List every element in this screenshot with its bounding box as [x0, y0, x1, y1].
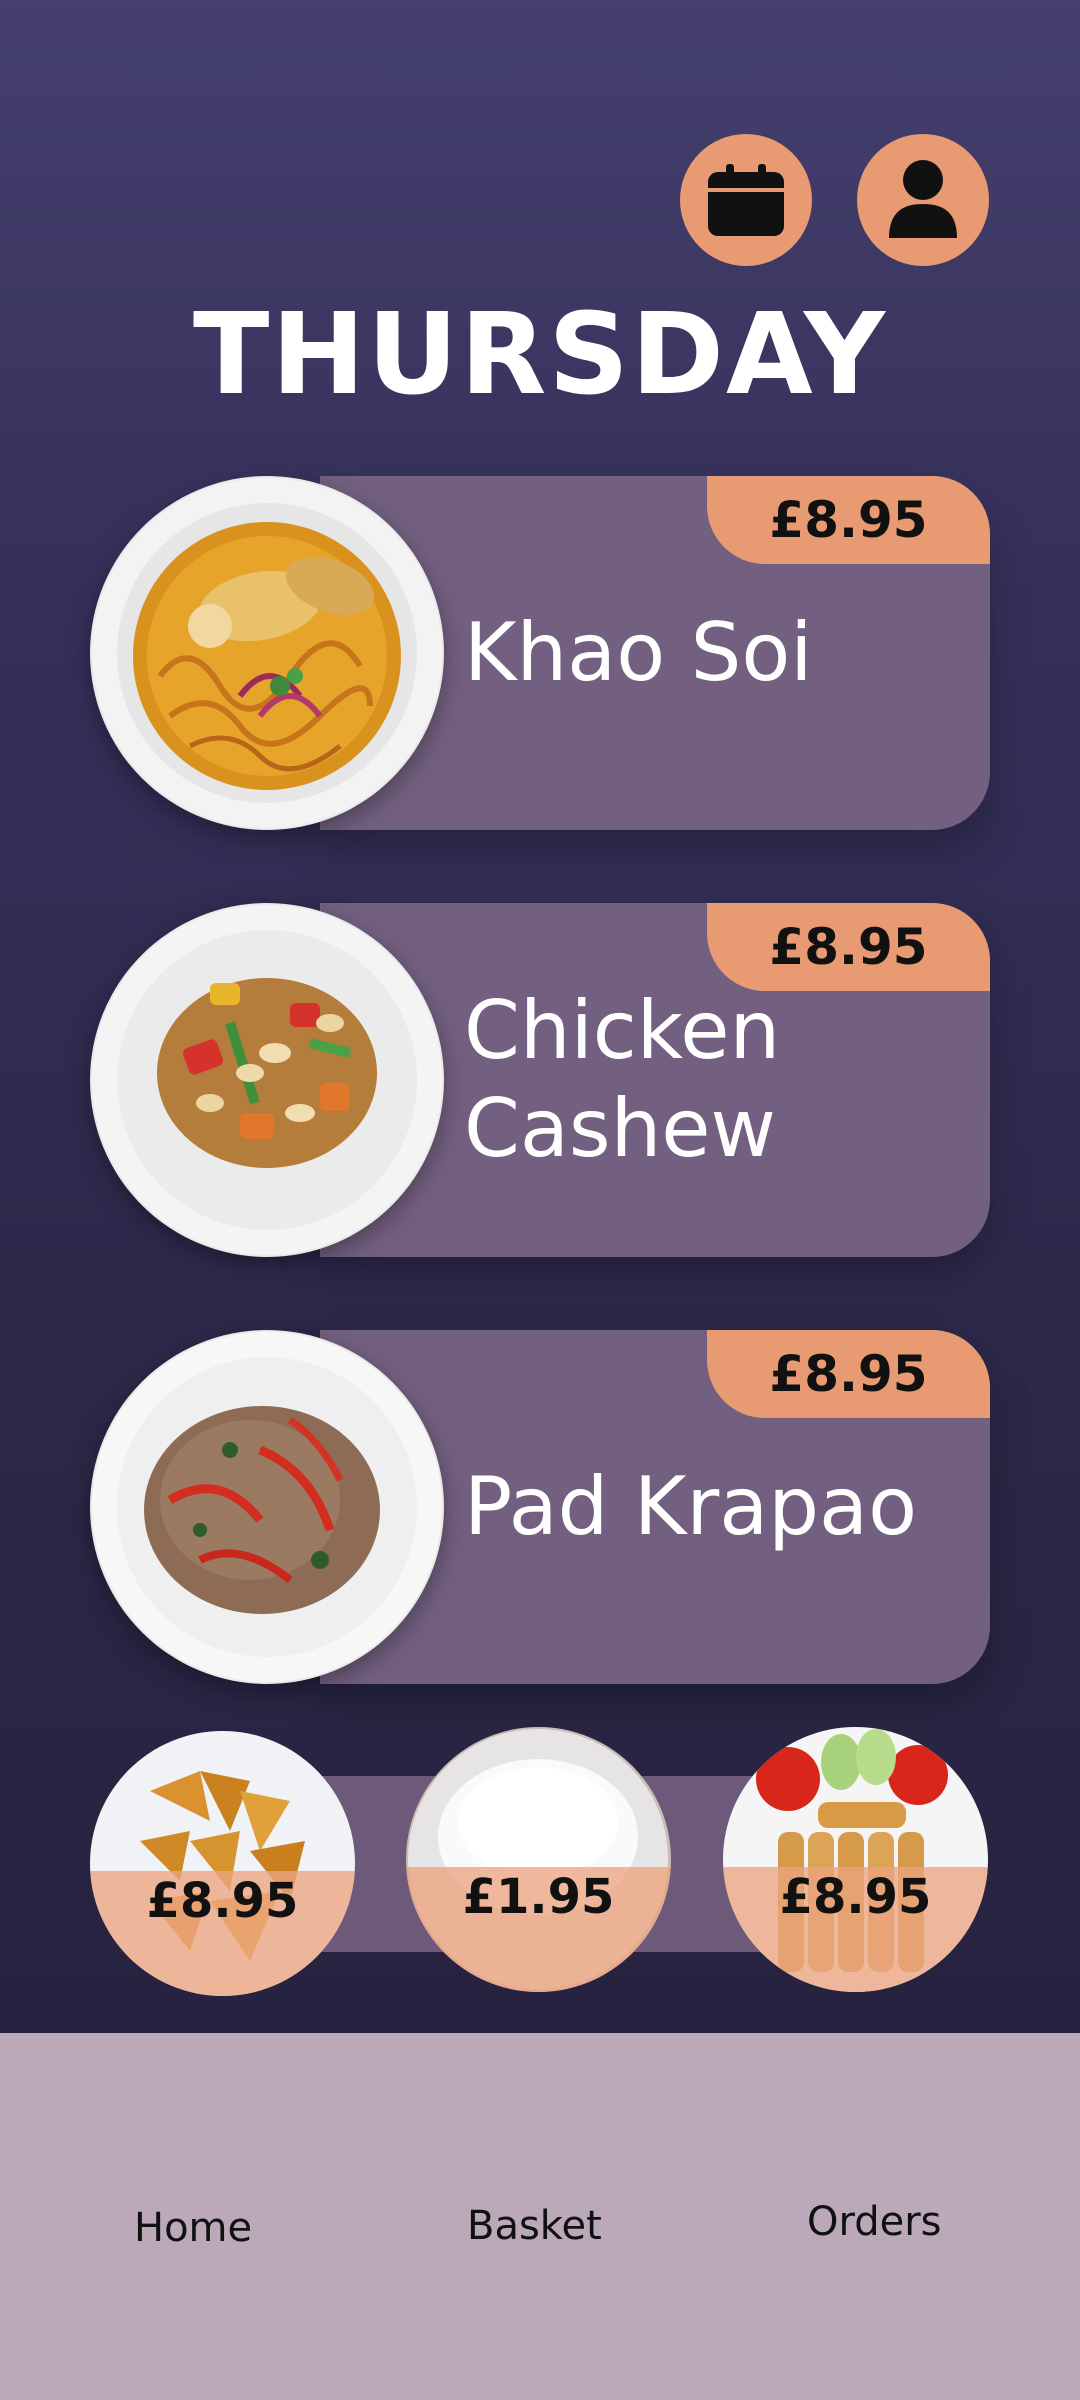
side-price: £8.95	[779, 1869, 932, 1925]
nav-basket[interactable]: Basket	[467, 2203, 602, 2249]
calendar-icon	[708, 164, 784, 236]
bottom-nav: Home Basket Orders	[0, 2033, 1080, 2400]
nav-home[interactable]: Home	[134, 2205, 252, 2251]
side-image	[723, 1727, 988, 1992]
side-price: £8.95	[146, 1873, 299, 1929]
dish-name: Khao Soi	[464, 606, 813, 699]
dish-name: Pad Krapao	[464, 1460, 918, 1553]
side-item-rice[interactable]: £1.95	[406, 1727, 671, 1992]
side-item-spring-rolls[interactable]: £8.95	[723, 1727, 988, 1992]
side-item-wontons[interactable]: £8.95	[90, 1731, 355, 1996]
side-image	[90, 1731, 355, 1996]
side-price: £1.95	[462, 1869, 615, 1925]
dish-image	[90, 476, 444, 830]
dish-card-chicken-cashew[interactable]: £8.95 Chicken Cashew	[90, 903, 990, 1257]
day-title: THURSDAY	[192, 290, 887, 420]
nav-orders[interactable]: Orders	[807, 2199, 942, 2245]
calendar-button[interactable]	[680, 134, 812, 266]
dish-name: Chicken Cashew	[464, 984, 781, 1175]
dish-card-khao-soi[interactable]: £8.95 Khao Soi	[90, 476, 990, 830]
user-icon	[889, 160, 957, 238]
dish-image	[90, 1330, 444, 1684]
dish-card-pad-krapao[interactable]: £8.95 Pad Krapao	[90, 1330, 990, 1684]
side-image	[406, 1727, 671, 1992]
profile-button[interactable]	[857, 134, 989, 266]
dish-image	[90, 903, 444, 1257]
